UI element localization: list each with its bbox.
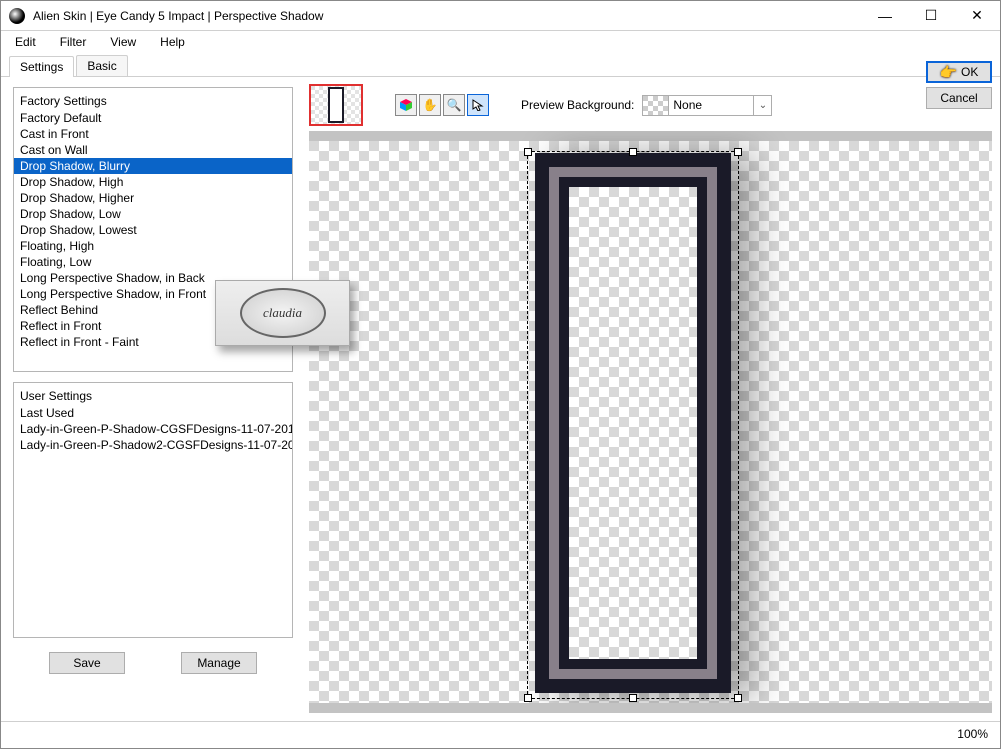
zoom-level: 100% [957,727,988,741]
app-icon [9,8,25,24]
tab-bar: Settings Basic [1,53,1000,77]
window-title: Alien Skin | Eye Candy 5 Impact | Perspe… [33,9,862,23]
resize-handle-bl[interactable] [524,694,532,702]
list-item[interactable]: Factory Default [14,110,292,126]
preview-controls: ✋ 🔍 Preview Background: None ⌄ [301,77,1000,127]
save-button[interactable]: Save [49,652,125,674]
tab-settings[interactable]: Settings [9,56,74,77]
minimize-button[interactable]: — [862,1,908,31]
list-item[interactable]: Cast on Wall [14,142,292,158]
list-item[interactable]: Lady-in-Green-P-Shadow2-CGSFDesigns-11-0… [14,437,292,453]
ok-label: OK [961,65,978,79]
list-item[interactable]: Last Used [14,405,292,421]
maximize-button[interactable]: ☐ [908,1,954,31]
user-settings-header: User Settings [14,387,292,405]
checker-swatch-icon [643,96,669,115]
preview-bg-value: None [669,98,753,112]
menu-bar: Edit Filter View Help [1,31,1000,53]
list-item[interactable]: Drop Shadow, Low [14,206,292,222]
tool-zoom-icon[interactable]: 🔍 [443,94,465,116]
list-item[interactable]: Lady-in-Green-P-Shadow-CGSFDesigns-11-07… [14,421,292,437]
bottom-buttons: Save Manage [13,638,293,674]
preview-area[interactable] [309,131,992,713]
resize-handle-tl[interactable] [524,148,532,156]
settings-panel: Factory Settings Factory Default Cast in… [1,77,301,721]
list-item[interactable]: Cast in Front [14,126,292,142]
tab-basic[interactable]: Basic [76,55,127,76]
preview-border-top [309,131,992,141]
preview-canvas[interactable] [309,141,992,703]
list-item[interactable]: Drop Shadow, Lowest [14,222,292,238]
ok-button[interactable]: 👉 OK [926,61,992,83]
watermark: claudia [215,280,350,346]
list-item[interactable]: Floating, High [14,238,292,254]
list-item[interactable]: Floating, Low [14,254,292,270]
content: Factory Settings Factory Default Cast in… [1,77,1000,721]
tool-hand-icon[interactable]: ✋ [419,94,441,116]
menu-edit[interactable]: Edit [9,33,42,51]
preview-thumbnail[interactable] [309,84,363,126]
frame-object[interactable] [535,153,731,693]
close-button[interactable]: ✕ [954,1,1000,31]
pointer-hand-icon: 👉 [940,64,957,81]
menu-help[interactable]: Help [154,33,191,51]
tool-color-cube-icon[interactable] [395,94,417,116]
tool-buttons: ✋ 🔍 [395,94,489,116]
status-bar: 100% [1,721,1000,745]
factory-settings-header: Factory Settings [14,92,292,110]
menu-filter[interactable]: Filter [54,33,93,51]
cancel-button[interactable]: Cancel [926,87,992,109]
watermark-text: claudia [240,288,326,338]
titlebar: Alien Skin | Eye Candy 5 Impact | Perspe… [1,1,1000,31]
preview-panel: 👉 OK Cancel ✋ 🔍 Preview Background: None [301,77,1000,721]
chevron-down-icon: ⌄ [753,96,771,115]
user-settings-list[interactable]: User Settings Last Used Lady-in-Green-P-… [13,382,293,638]
dialog-buttons: 👉 OK Cancel [926,61,992,109]
list-item-selected[interactable]: Drop Shadow, Blurry 👉 [14,158,292,174]
list-item[interactable]: Drop Shadow, Higher [14,190,292,206]
preview-border-bottom [309,703,992,713]
list-item[interactable]: Drop Shadow, High [14,174,292,190]
list-item-label: Drop Shadow, Blurry [20,159,130,173]
preview-bg-select[interactable]: None ⌄ [642,95,772,116]
tool-pointer-icon[interactable] [467,94,489,116]
manage-button[interactable]: Manage [181,652,257,674]
preview-bg-label: Preview Background: [521,98,634,112]
menu-view[interactable]: View [104,33,142,51]
